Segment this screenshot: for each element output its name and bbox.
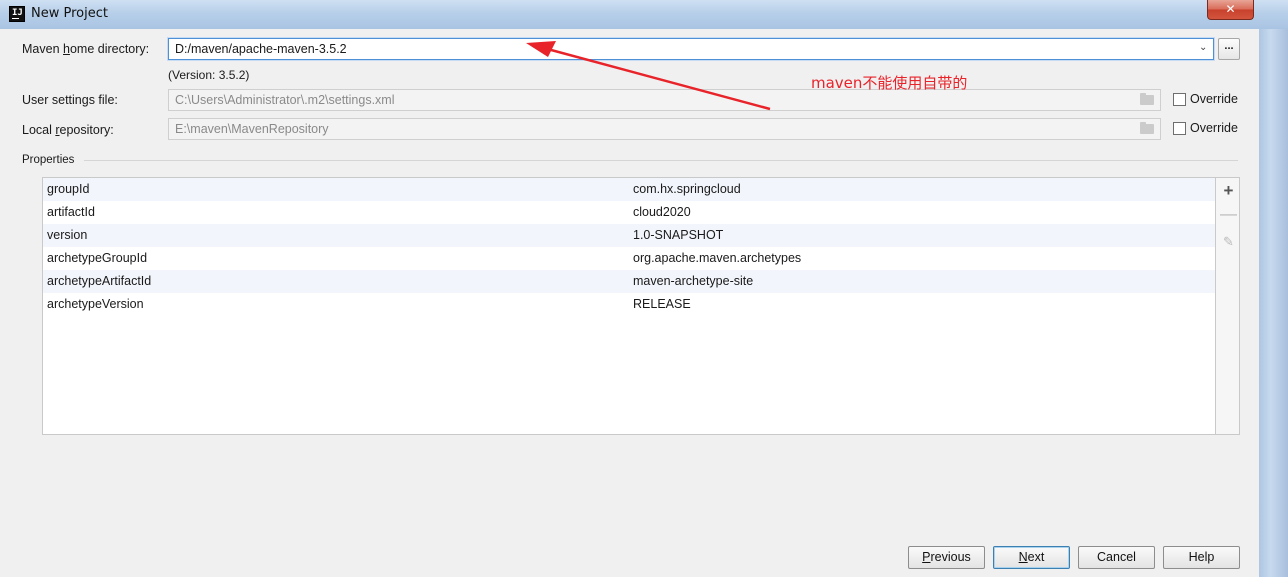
property-value: com.hx.springcloud xyxy=(633,182,741,196)
intellij-icon: IJ xyxy=(9,6,25,22)
close-icon: ✕ xyxy=(1225,2,1236,16)
table-row[interactable]: version 1.0-SNAPSHOT xyxy=(43,224,1216,247)
folder-icon[interactable] xyxy=(1140,93,1154,105)
property-key: groupId xyxy=(47,182,90,196)
previous-button[interactable]: Previous xyxy=(908,546,985,569)
next-button[interactable]: Next xyxy=(993,546,1070,569)
property-value: org.apache.maven.archetypes xyxy=(633,251,802,265)
properties-table: groupId com.hx.springcloud artifactId cl… xyxy=(42,177,1216,435)
browse-button[interactable]: ... xyxy=(1218,38,1240,60)
table-row[interactable]: artifactId cloud2020 xyxy=(43,201,1216,224)
add-icon[interactable]: + xyxy=(1216,181,1241,201)
folder-icon[interactable] xyxy=(1140,122,1154,134)
override-settings-checkbox[interactable] xyxy=(1173,93,1186,106)
desktop-background xyxy=(1259,29,1288,577)
property-value: cloud2020 xyxy=(633,205,691,219)
override-settings-label: Override xyxy=(1190,92,1238,106)
help-button[interactable]: Help xyxy=(1163,546,1240,569)
property-value: RELEASE xyxy=(633,297,691,311)
remove-icon[interactable]: — xyxy=(1216,204,1241,224)
title-bar: IJ New Project ✕ xyxy=(0,0,1288,30)
property-key: artifactId xyxy=(47,205,95,219)
property-key: archetypeVersion xyxy=(47,297,144,311)
property-key: archetypeArtifactId xyxy=(47,274,152,288)
new-project-dialog: Maven home directory: D:/maven/apache-ma… xyxy=(0,29,1259,577)
property-key: archetypeGroupId xyxy=(47,251,148,265)
local-repository-value: E:\maven\MavenRepository xyxy=(175,122,329,136)
override-repository-checkbox[interactable] xyxy=(1173,122,1186,135)
properties-divider xyxy=(84,160,1238,161)
user-settings-value: C:\Users\Administrator\.m2\settings.xml xyxy=(175,93,395,107)
maven-home-combobox[interactable]: D:/maven/apache-maven-3.5.2 ⌄ xyxy=(168,38,1214,60)
annotation-text: maven不能使用自带的 xyxy=(811,74,968,92)
table-row[interactable]: archetypeVersion RELEASE xyxy=(43,293,1216,316)
maven-version-note: (Version: 3.5.2) xyxy=(168,68,250,82)
user-settings-label: User settings file: xyxy=(22,93,118,107)
local-repository-label: Local repository: xyxy=(22,123,114,137)
property-value: 1.0-SNAPSHOT xyxy=(633,228,724,242)
property-value: maven-archetype-site xyxy=(633,274,754,288)
close-button[interactable]: ✕ xyxy=(1207,0,1254,20)
maven-home-value: D:/maven/apache-maven-3.5.2 xyxy=(175,42,347,56)
window-title: New Project xyxy=(31,6,108,21)
override-repository-label: Override xyxy=(1190,121,1238,135)
user-settings-field[interactable]: C:\Users\Administrator\.m2\settings.xml xyxy=(168,89,1161,111)
cancel-button[interactable]: Cancel xyxy=(1078,546,1155,569)
edit-icon[interactable]: ✎ xyxy=(1216,234,1241,250)
property-key: version xyxy=(47,228,88,242)
table-row[interactable]: archetypeArtifactId maven-archetype-site xyxy=(43,270,1216,293)
table-row[interactable]: groupId com.hx.springcloud xyxy=(43,178,1216,201)
properties-toolbar: + — ✎ xyxy=(1215,177,1240,435)
local-repository-field[interactable]: E:\maven\MavenRepository xyxy=(168,118,1161,140)
properties-section-label: Properties xyxy=(22,154,75,166)
table-row[interactable]: archetypeGroupId org.apache.maven.archet… xyxy=(43,247,1216,270)
chevron-down-icon[interactable]: ⌄ xyxy=(1199,43,1209,53)
maven-home-label: Maven home directory: xyxy=(22,42,150,56)
